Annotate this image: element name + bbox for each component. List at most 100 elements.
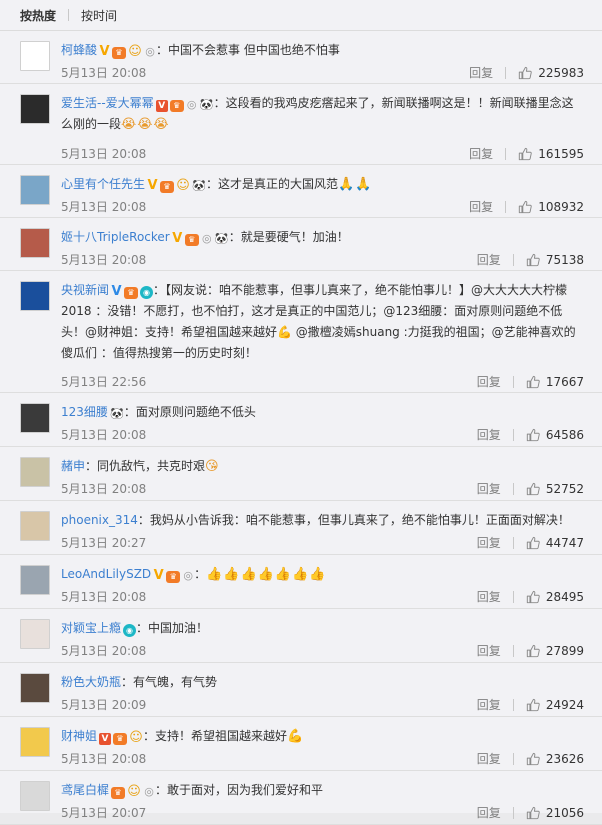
avatar[interactable] [20, 781, 50, 811]
tab-divider [68, 9, 70, 21]
username-link[interactable]: 央视新闻 [61, 283, 109, 297]
reply-button[interactable]: 回复 [477, 534, 501, 551]
action-divider [512, 482, 514, 495]
avatar[interactable] [20, 228, 50, 258]
thumbs-up-icon [526, 536, 540, 549]
like-button[interactable]: 161595 [518, 147, 584, 161]
comment-actions: 回复 52752 [477, 480, 584, 497]
action-divider [505, 66, 507, 79]
avatar[interactable] [20, 565, 50, 595]
timestamp: 5月13日 20:08 [61, 752, 147, 766]
like-button[interactable]: 108932 [518, 200, 584, 214]
vip-gold-icon: V [147, 178, 158, 193]
avatar[interactable] [20, 511, 50, 541]
comment-content: 心里有个任先生 V ♛ ☺ 🐼：这才是真正的大国风范🙏🙏 [61, 174, 584, 195]
medal-icon: ◎ [183, 569, 193, 582]
eye-badge-icon: ◉ [123, 624, 137, 637]
username-link[interactable]: LeoAndLilySZD [61, 567, 151, 581]
timestamp: 5月13日 22:56 [61, 375, 147, 389]
like-button[interactable]: 75138 [526, 253, 584, 267]
emoji-icons: 💪 [287, 729, 305, 744]
comment-actions: 回复 161595 [469, 145, 584, 162]
reply-button[interactable]: 回复 [469, 145, 493, 162]
like-button[interactable]: 225983 [518, 66, 584, 80]
emoji-icons: 😘 [205, 459, 220, 474]
like-count: 17667 [545, 374, 584, 389]
vip-red-icon: V [99, 733, 112, 745]
username-link[interactable]: 粉色大奶瓶 [61, 675, 121, 689]
username-link[interactable]: 爱生活--爱大幂幂 [61, 96, 154, 110]
vip-gold-icon: V [153, 568, 164, 583]
like-button[interactable]: 23626 [526, 752, 584, 766]
avatar[interactable] [20, 619, 50, 649]
timestamp: 5月13日 20:08 [61, 66, 147, 80]
comment-content: 姬十八TripleRocker V ♛ ◎ 🐼：就是要硬气！加油！ [61, 227, 584, 248]
timestamp: 5月13日 20:09 [61, 698, 147, 712]
like-button[interactable]: 28495 [526, 590, 584, 604]
comment-actions: 回复 75138 [477, 251, 584, 268]
like-button[interactable]: 27899 [526, 644, 584, 658]
tab-by-hot[interactable]: 按热度 [20, 7, 56, 24]
like-count: 161595 [538, 146, 584, 161]
crown-icon: ♛ [166, 571, 181, 583]
username-link[interactable]: 鸢尾白樨 [61, 783, 109, 797]
username-link[interactable]: 心里有个任先生 [61, 177, 145, 191]
reply-button[interactable]: 回复 [477, 373, 501, 390]
like-button[interactable]: 64586 [526, 428, 584, 442]
medal-icon: ◎ [186, 98, 197, 111]
reply-button[interactable]: 回复 [469, 198, 493, 215]
username-link[interactable]: 赭申 [61, 459, 85, 473]
avatar[interactable] [20, 673, 50, 703]
action-divider [512, 644, 514, 657]
username-link[interactable]: 姬十八TripleRocker [61, 230, 170, 244]
avatar[interactable] [20, 457, 50, 487]
comment-row: 财神姐 V ♛ ☺：支持！希望祖国越来越好💪 5月13日 20:08 回复 23626 [0, 717, 602, 771]
panda-icon: 🐼 [214, 232, 229, 245]
username-link[interactable]: 对颖宝上瘾 [61, 621, 121, 635]
avatar[interactable] [20, 94, 50, 124]
like-button[interactable]: 17667 [526, 375, 584, 389]
comment-row: 柯蜂酸 V ♛ ☺ ◎：中国不会惹事 但中国也绝不怕事 5月13日 20:08 回复 2259… [0, 31, 602, 84]
reply-button[interactable]: 回复 [477, 480, 501, 497]
tab-by-time[interactable]: 按时间 [81, 7, 117, 24]
username-link[interactable]: 123细腰 [61, 405, 108, 419]
comment-content: 鸢尾白樨 ♛ ☺ ◎：敢于面对，因为我们爱好和平 [61, 780, 584, 801]
username-link[interactable]: 柯蜂酸 [61, 43, 97, 57]
comment-meta: 5月13日 20:08 回复 108932 [61, 198, 584, 218]
username-link[interactable]: 财神姐 [61, 729, 97, 743]
comment-row: 123细腰 🐼：面对原则问题绝不低头 5月13日 20:08 回复 64586 [0, 393, 602, 447]
like-button[interactable]: 52752 [526, 482, 584, 496]
comment-row: LeoAndLilySZD V ♛ ◎：👍👍👍👍👍👍👍 5月13日 20:08 回复 284… [0, 555, 602, 609]
vip-gold-icon: V [99, 44, 110, 59]
like-count: 27899 [545, 643, 584, 658]
like-count: 28495 [545, 589, 584, 604]
reply-button[interactable]: 回复 [477, 251, 501, 268]
reply-button[interactable]: 回复 [477, 750, 501, 767]
comment-text: ：中国加油！ [136, 621, 209, 635]
comment-meta: 5月13日 20:07 回复 21056 [61, 804, 584, 824]
reply-button[interactable]: 回复 [477, 588, 501, 605]
avatar[interactable] [20, 175, 50, 205]
comment-row: 姬十八TripleRocker V ♛ ◎ 🐼：就是要硬气！加油！ 5月13日 20:08… [0, 218, 602, 271]
timestamp: 5月13日 20:08 [61, 644, 147, 658]
like-button[interactable]: 24924 [526, 698, 584, 712]
timestamp: 5月13日 20:08 [61, 590, 147, 604]
comment-text: ：支持！希望祖国越来越好 [143, 729, 288, 743]
comment-text: ：面对原则问题绝不低头 [123, 405, 256, 419]
reply-button[interactable]: 回复 [477, 426, 501, 443]
reply-button[interactable]: 回复 [477, 642, 501, 659]
reply-button[interactable]: 回复 [477, 696, 501, 713]
comment-text: ：有气魄，有气势 [121, 675, 218, 689]
action-divider [512, 375, 514, 388]
comment-content: LeoAndLilySZD V ♛ ◎：👍👍👍👍👍👍👍 [61, 564, 584, 585]
avatar[interactable] [20, 727, 50, 757]
comment-text: ：同仇敌忾，共克时艰 [85, 459, 206, 473]
avatar[interactable] [20, 403, 50, 433]
comment-row: 央视新闻 V ♛ ◉ ：【网友说：咱不能惹事，但事儿真来了，绝不能怕事儿！】@大大大大大… [0, 271, 602, 393]
timestamp: 5月13日 20:08 [61, 253, 147, 267]
avatar[interactable] [20, 281, 50, 311]
avatar[interactable] [20, 41, 50, 71]
username-link[interactable]: phoenix_314 [61, 513, 138, 527]
reply-button[interactable]: 回复 [469, 64, 493, 81]
like-button[interactable]: 44747 [526, 536, 584, 550]
